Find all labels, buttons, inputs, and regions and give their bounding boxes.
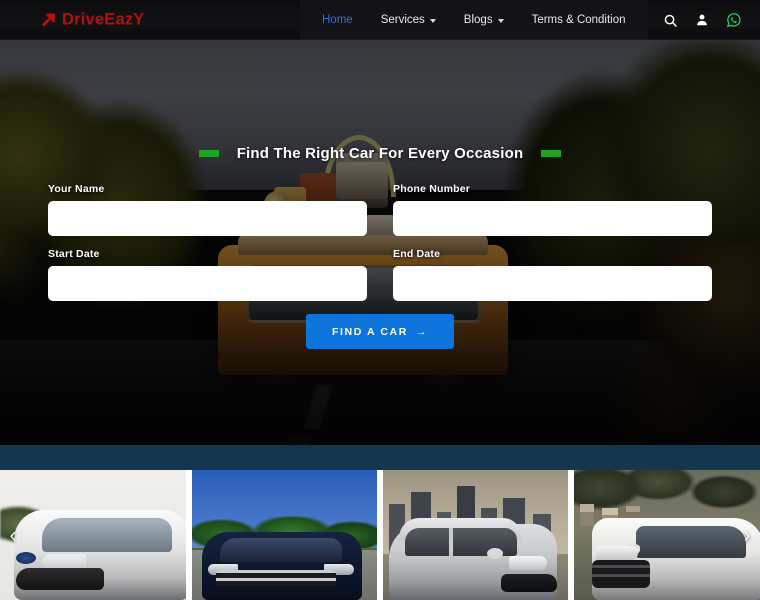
- car-grille: [216, 570, 337, 586]
- find-a-car-label: FIND A CAR: [332, 325, 408, 338]
- carousel-slide-white-compact-suv[interactable]: [0, 470, 187, 600]
- car-mirror: [487, 548, 503, 559]
- hero-content: Find The Right Car For Every Occasion Yo…: [0, 40, 760, 445]
- hero-section: Find The Right Car For Every Occasion Yo…: [0, 40, 760, 445]
- chevron-down-icon: [497, 19, 504, 23]
- car-headlight: [509, 556, 547, 570]
- end-date-input[interactable]: [393, 266, 712, 301]
- car-windshield: [220, 538, 343, 562]
- start-date-label: Start Date: [48, 248, 100, 260]
- field-end-date: End Date: [393, 248, 712, 301]
- carousel-slide-silver-hatchback[interactable]: [383, 470, 568, 600]
- user-icon[interactable]: [695, 13, 709, 27]
- car-windshield: [635, 526, 746, 558]
- section-divider-band: [0, 445, 760, 470]
- field-start-date: Start Date: [48, 248, 367, 301]
- carousel-slide-dark-blue-mpv[interactable]: [192, 470, 377, 600]
- your-name-label: Your Name: [48, 183, 105, 195]
- nav-item-terms-label: Terms & Condition: [531, 14, 626, 26]
- carousel-track: [0, 470, 760, 600]
- end-date-label: End Date: [393, 248, 441, 260]
- car-grille: [16, 568, 104, 590]
- nav-item-services-label: Services: [380, 14, 425, 26]
- nav-item-terms[interactable]: Terms & Condition: [518, 0, 640, 40]
- hero-title-row: Find The Right Car For Every Occasion: [0, 145, 760, 162]
- car-gallery-carousel: ‹ ›: [0, 470, 760, 600]
- start-date-input[interactable]: [48, 266, 367, 301]
- car-windshield: [42, 518, 172, 552]
- search-icon[interactable]: [663, 13, 678, 28]
- nav-item-home-label: Home: [322, 14, 353, 26]
- nav-item-blogs[interactable]: Blogs: [450, 0, 518, 40]
- booking-form: Your Name Phone Number Start Date End Da: [48, 183, 712, 349]
- dash-left-icon: [198, 150, 219, 157]
- your-name-input[interactable]: [48, 201, 367, 236]
- top-navbar: DriveEazY Home Services Blogs Terms & Co…: [0, 0, 760, 40]
- hero-title: Find The Right Car For Every Occasion: [236, 145, 524, 162]
- chevron-down-icon: [429, 19, 436, 23]
- car-badge: [16, 552, 36, 564]
- carousel-next-arrow-icon[interactable]: ›: [736, 518, 758, 552]
- nav-item-services[interactable]: Services: [367, 0, 450, 40]
- page-root: DriveEazY Home Services Blogs Terms & Co…: [0, 0, 760, 600]
- carousel-slide-white-suv[interactable]: [573, 470, 760, 600]
- carousel-prev-arrow-icon[interactable]: ‹: [2, 518, 24, 552]
- phone-number-input[interactable]: [393, 201, 712, 236]
- nav-item-blogs-label: Blogs: [463, 14, 493, 26]
- main-navigation: Home Services Blogs Terms & Condition: [300, 0, 648, 40]
- car-headlight: [595, 546, 638, 560]
- navbar-action-icons: [663, 0, 742, 40]
- car-window-divider: [449, 528, 453, 556]
- find-a-car-button[interactable]: FIND A CAR →: [306, 314, 454, 349]
- car-grille: [591, 560, 650, 588]
- field-your-name: Your Name: [48, 183, 367, 236]
- arrow-logo-icon: [41, 13, 55, 27]
- nav-item-home[interactable]: Home: [308, 0, 367, 40]
- car-bumper: [501, 574, 557, 592]
- whatsapp-icon[interactable]: [726, 12, 742, 28]
- phone-number-label: Phone Number: [393, 183, 471, 195]
- field-phone-number: Phone Number: [393, 183, 712, 236]
- dash-right-icon: [541, 150, 562, 157]
- form-row-1: Your Name Phone Number: [48, 183, 712, 236]
- form-row-2: Start Date End Date: [48, 248, 712, 301]
- brand-logo[interactable]: DriveEazY: [40, 12, 145, 29]
- brand-name: DriveEazY: [62, 10, 145, 29]
- submit-row: FIND A CAR →: [48, 314, 712, 349]
- arrow-right-icon: →: [415, 325, 428, 338]
